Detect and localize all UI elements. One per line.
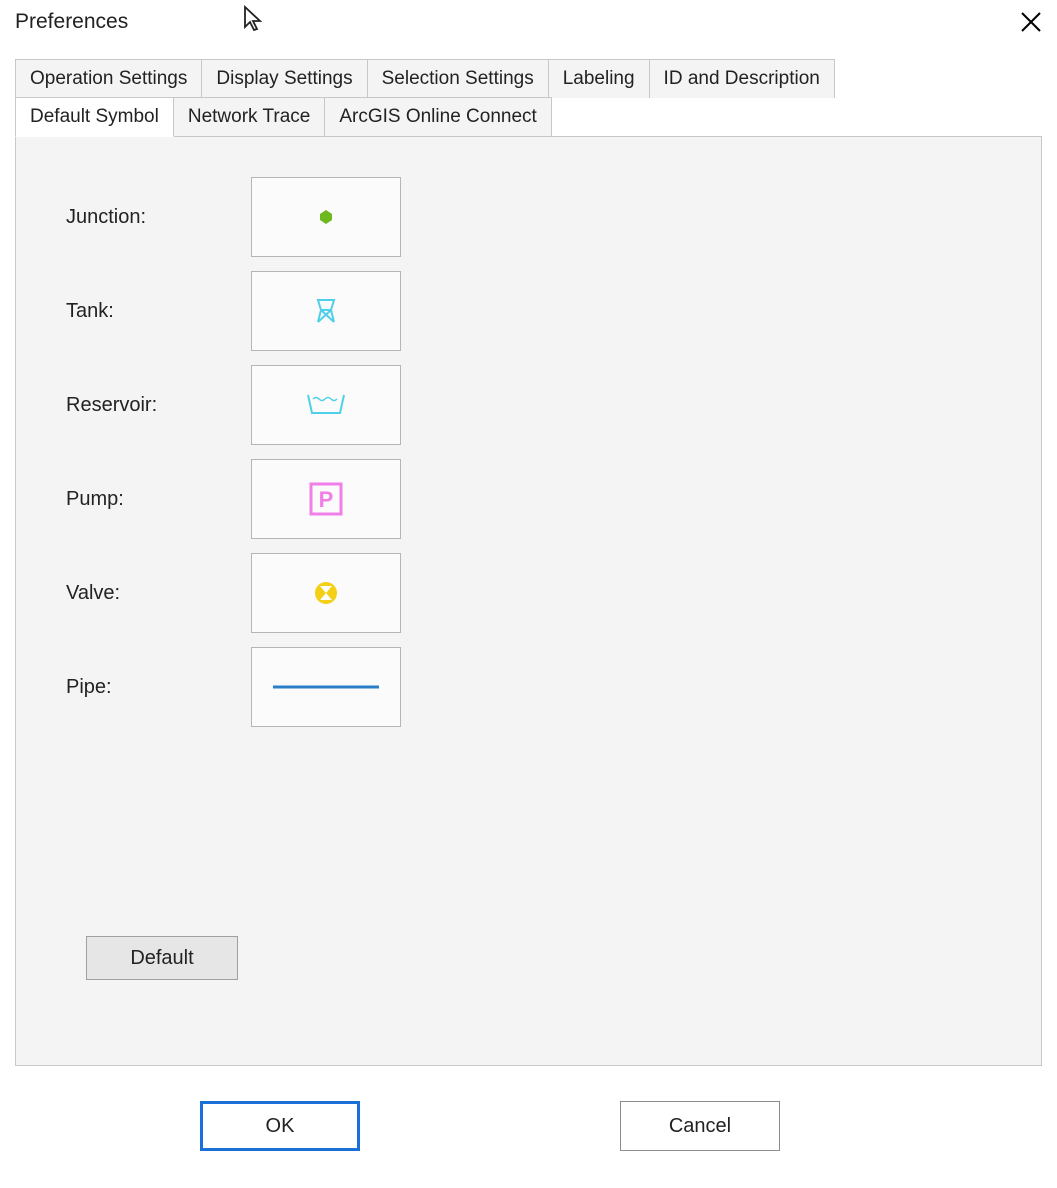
reservoir-symbol-button[interactable] <box>251 365 401 445</box>
pipe-label: Pipe: <box>66 676 251 699</box>
tab-display-settings[interactable]: Display Settings <box>201 59 367 98</box>
tank-label: Tank: <box>66 300 251 323</box>
ok-button[interactable]: OK <box>200 1101 360 1151</box>
pump-symbol-button[interactable]: P <box>251 459 401 539</box>
pipe-icon <box>271 682 381 692</box>
default-button[interactable]: Default <box>86 936 238 980</box>
tab-id-and-description[interactable]: ID and Description <box>649 59 835 98</box>
valve-label: Valve: <box>66 582 251 605</box>
close-button[interactable] <box>1020 10 1042 38</box>
pump-icon: P <box>309 482 343 516</box>
svg-text:P: P <box>319 487 334 512</box>
reservoir-icon <box>302 391 350 419</box>
tab-default-symbol[interactable]: Default Symbol <box>15 97 174 137</box>
pump-label: Pump: <box>66 488 251 511</box>
tab-arcgis-online-connect[interactable]: ArcGIS Online Connect <box>324 97 551 137</box>
cursor-icon <box>243 5 265 38</box>
tank-icon <box>314 298 338 324</box>
window-title: Preferences <box>15 10 128 34</box>
tab-network-trace[interactable]: Network Trace <box>173 97 325 137</box>
cancel-button[interactable]: Cancel <box>620 1101 780 1151</box>
reservoir-label: Reservoir: <box>66 394 251 417</box>
junction-icon <box>318 209 334 225</box>
close-icon <box>1020 11 1042 33</box>
tab-operation-settings[interactable]: Operation Settings <box>15 59 202 98</box>
junction-symbol-button[interactable] <box>251 177 401 257</box>
tab-panel-default-symbol: Junction: Tank: Reservoir: <box>15 136 1042 1066</box>
valve-symbol-button[interactable] <box>251 553 401 633</box>
valve-icon <box>313 580 339 606</box>
tank-symbol-button[interactable] <box>251 271 401 351</box>
tab-labeling[interactable]: Labeling <box>548 59 650 98</box>
pipe-symbol-button[interactable] <box>251 647 401 727</box>
tab-selection-settings[interactable]: Selection Settings <box>367 59 549 98</box>
junction-label: Junction: <box>66 206 251 229</box>
